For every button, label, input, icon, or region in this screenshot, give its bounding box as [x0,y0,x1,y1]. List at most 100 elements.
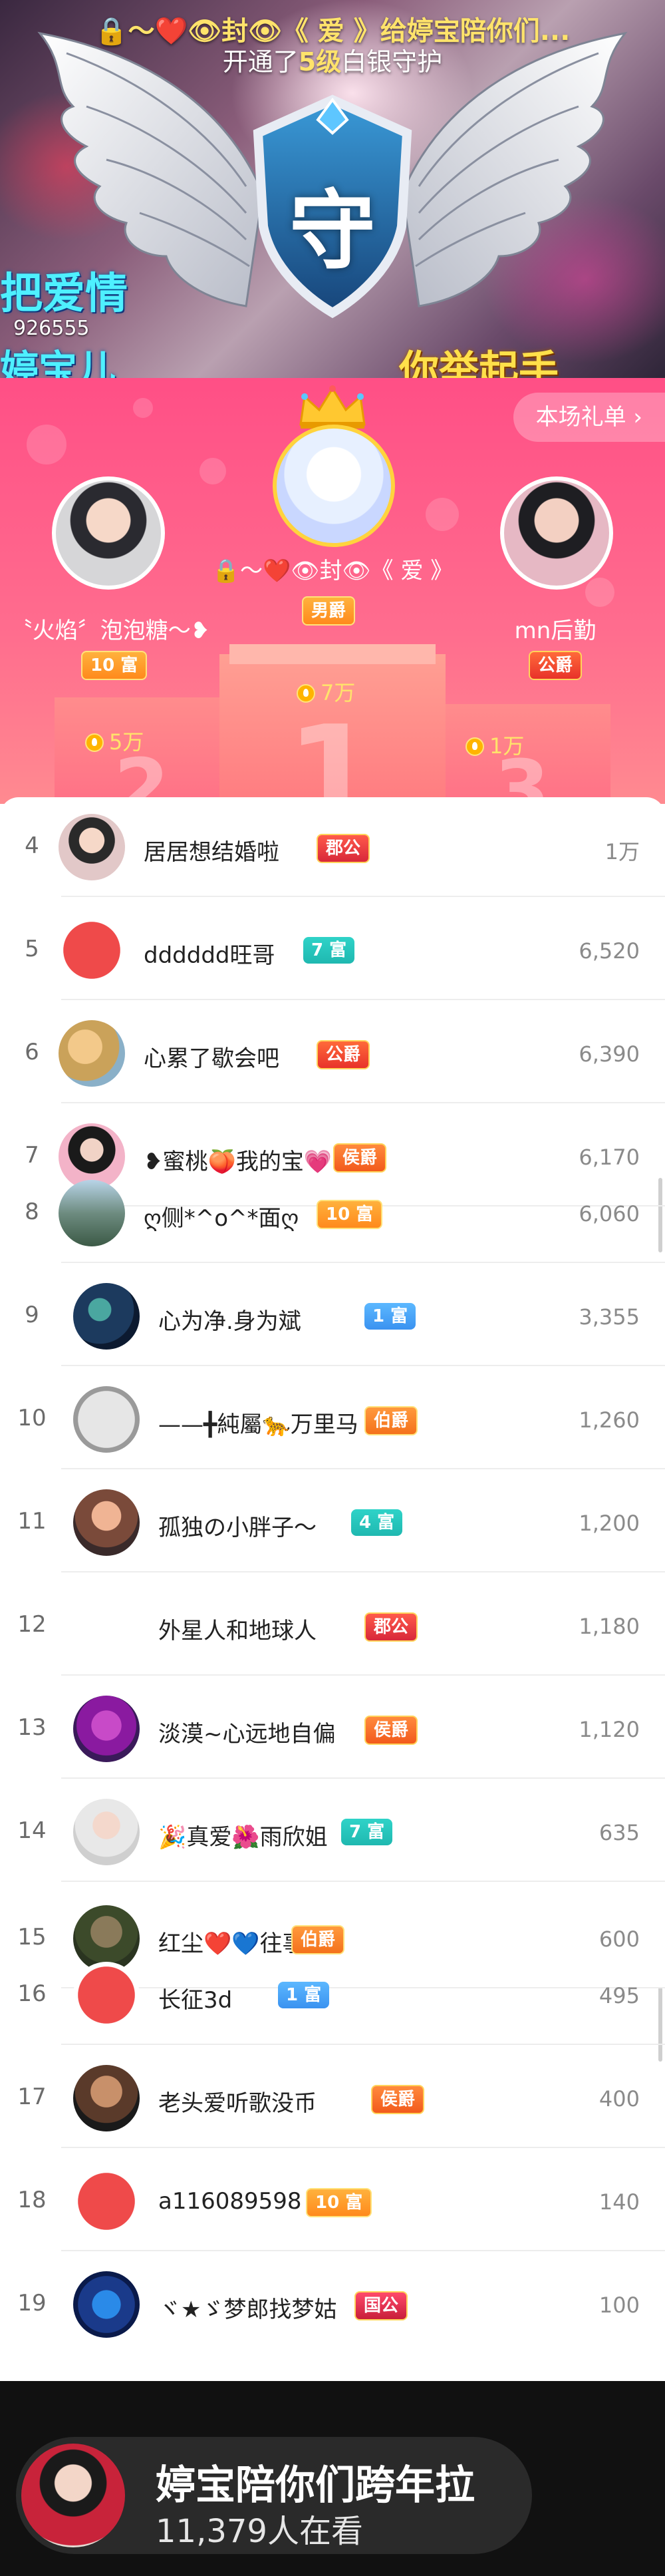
second-place-name[interactable]: 〝火焰〞泡泡糖～❥ [0,612,219,645]
contribution-score: 1,260 [579,1407,640,1433]
avatar-third-place[interactable] [500,476,613,590]
guard-glyph: 守 [289,180,376,281]
ranking-list[interactable]: 4 居居想结婚啦 郡公 1万 5 dddddd旺哥 7 富 6,520 6 心累了歇会吧 公爵 6,3… [0,797,665,2381]
list-item[interactable]: 6 心累了歇会吧 公爵 6,390 [0,1004,665,1103]
rank-badge: 国公 [354,2291,408,2320]
contribution-score: 1万 [604,839,640,864]
rank-badge: 侯爵 [364,1716,418,1745]
user-name[interactable]: a116089598 [158,2188,302,2215]
contribution-score: 635 [598,1820,640,1845]
rank-badge: 伯爵 [364,1406,418,1435]
user-name[interactable]: ——╋純屬🐆万里马 [158,1406,358,1439]
user-name[interactable]: 孤独の小胖子〜 [158,1509,317,1542]
background-text: 婷宝儿 [0,347,116,378]
avatar[interactable] [73,1386,140,1453]
gift-list-button[interactable]: 本场礼单 › [513,393,665,442]
list-item[interactable]: 11 孤独の小胖子〜 4 富 1,200 [0,1473,665,1572]
avatar[interactable] [73,1799,140,1865]
user-name[interactable]: 淡漠~心远地自偏 [158,1716,336,1748]
rank-number: 17 [17,2084,47,2110]
user-name[interactable]: 长征3d [158,1982,232,2014]
avatar[interactable] [59,814,125,880]
list-item[interactable]: 19 ヾ★ゞ梦郎找梦姑 国公 100 [0,2255,665,2354]
score-value: 5万 [109,729,144,755]
avatar-first-place[interactable] [273,425,395,547]
rank-number: 5 [25,936,39,962]
avatar[interactable] [73,1489,140,1556]
row-divider [61,1571,665,1572]
user-name[interactable]: 心累了歇会吧 [144,1040,279,1073]
rank-badge: 郡公 [317,834,370,863]
row-divider [61,896,665,897]
rank-badge: 10 富 [306,2188,372,2217]
user-name[interactable]: 老头爱听歌没币 [158,2085,317,2117]
rank-number: 10 [17,1405,47,1431]
user-name[interactable]: 心为净.身为斌 [158,1303,301,1336]
avatar[interactable] [59,1180,125,1246]
avatar[interactable] [73,1283,140,1350]
contribution-score: 6,520 [579,938,640,964]
contribution-score: 400 [598,2086,640,2112]
row-divider [61,1468,665,1469]
list-item[interactable]: 10 ——╋純屬🐆万里马 伯爵 1,260 [0,1370,665,1469]
second-place-badge: 10 富 [81,651,148,680]
contribution-score: 1,120 [579,1717,640,1742]
row-divider [61,2147,665,2148]
rank-number: 4 [25,832,39,859]
rank-number: 9 [25,1302,39,1328]
avatar[interactable] [73,2168,140,2235]
first-place-badge: 男爵 [302,596,356,626]
coin-icon [85,733,104,752]
row-divider [61,2044,665,2045]
avatar-second-place[interactable] [52,476,165,590]
list-item[interactable]: 8 ღ侧*^o^*面ღ 10 富 6,060 [0,1163,665,1263]
first-place-name[interactable]: 🔒～❤️👁封👁《 爱 》 [200,552,466,585]
podium-block-first-top [229,644,436,664]
avatar[interactable] [73,2271,140,2338]
list-item[interactable]: 16 长征3d 1 富 495 [0,1945,665,2045]
avatar[interactable] [73,2065,140,2131]
user-name[interactable]: 外星人和地球人 [158,1612,317,1645]
guard-notice-banner: 把爱情 926555 婷宝儿 你举起手 守 🔒～❤️👁封👁《 爱 》给婷宝陪你们… [0,0,665,378]
rank-badge: 10 富 [317,1200,383,1229]
list-item[interactable]: 9 心为净.身为斌 1 富 3,355 [0,1266,665,1366]
contribution-score: 3,355 [579,1304,640,1330]
rank-badge: 1 富 [278,1982,330,2008]
avatar[interactable] [73,1696,140,1762]
user-name[interactable]: 居居想结婚啦 [144,834,279,866]
live-room-title: 婷宝陪你们跨年拉 [156,2462,475,2509]
live-room-bar: 婷宝陪你们跨年拉 11,379人在看 [0,2381,665,2576]
rank-number: 18 [17,2187,47,2213]
list-item[interactable]: 12 外星人和地球人 郡公 1,180 [0,1576,665,1676]
guard-level: 5级 [298,47,342,77]
rank-number: 8 [25,1198,39,1225]
avatar[interactable] [73,1592,140,1659]
list-item[interactable]: 14 🎉真爱🌺雨欣姐 7 富 635 [0,1782,665,1882]
background-number: 926555 [13,317,90,340]
user-name[interactable]: ヾ★ゞ梦郎找梦姑 [158,2291,336,2324]
row-divider [61,1777,665,1779]
viewer-count: 11,379人在看 [156,2513,363,2550]
contribution-score: 6,060 [579,1201,640,1226]
user-name[interactable]: dddddd旺哥 [144,937,275,970]
podium-rank-first: 1 [286,697,379,804]
list-item[interactable]: 4 居居想结婚啦 郡公 1万 [0,797,665,897]
score-value: 7万 [321,680,356,705]
row-divider [61,1262,665,1263]
avatar[interactable] [59,917,125,984]
third-place-name[interactable]: mn后勤 [446,612,665,645]
list-item[interactable]: 18 a116089598 10 富 140 [0,2151,665,2251]
rank-number: 11 [17,1508,47,1535]
list-item[interactable]: 5 dddddd旺哥 7 富 6,520 [0,900,665,1000]
contribution-score: 6,390 [579,1041,640,1067]
list-item[interactable]: 17 老头爱听歌没币 侯爵 400 [0,2048,665,2148]
list-item[interactable]: 13 淡漠~心远地自偏 侯爵 1,120 [0,1679,665,1779]
user-name[interactable]: ღ侧*^o^*面ღ [144,1200,299,1232]
avatar[interactable] [59,1020,125,1087]
score-value: 1万 [489,733,525,759]
avatar[interactable] [73,1962,140,2028]
user-name[interactable]: 🎉真爱🌺雨欣姐 [158,1819,328,1851]
rank-badge: 7 富 [341,1819,393,1845]
rank-badge: 1 富 [364,1303,416,1330]
streamer-avatar[interactable] [21,2444,125,2547]
